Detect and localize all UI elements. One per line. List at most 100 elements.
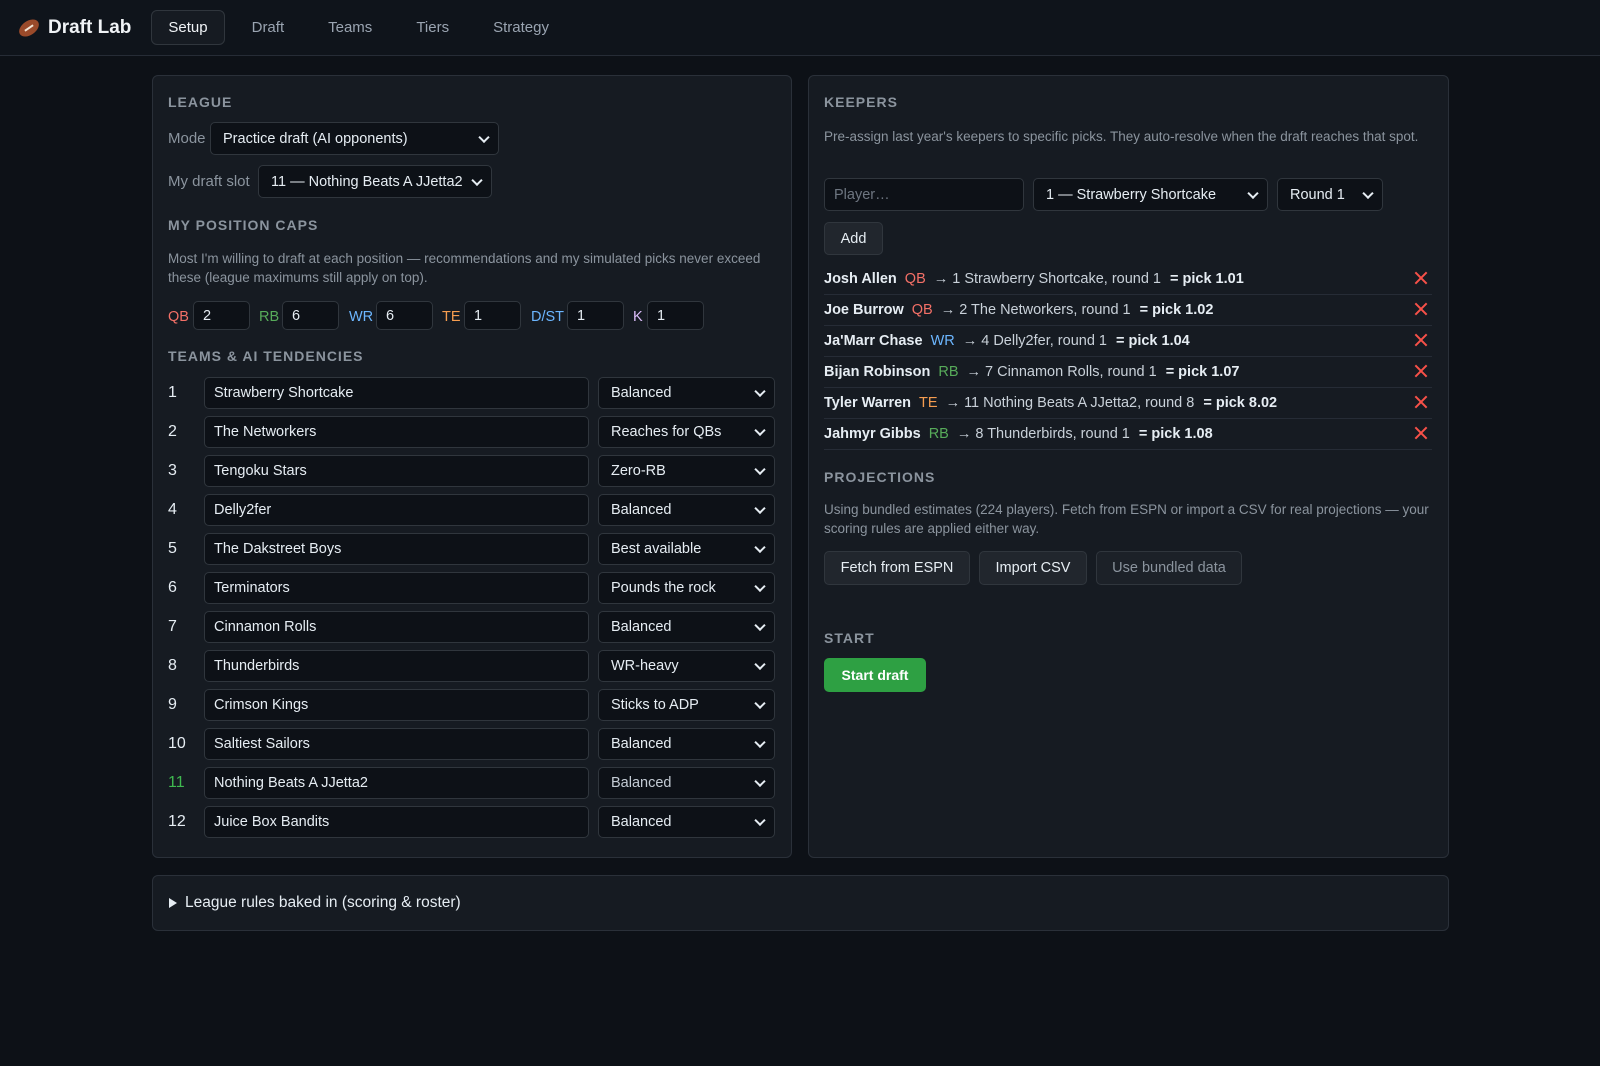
keeper-pos: QB — [904, 271, 926, 287]
remove-icon[interactable] — [1414, 395, 1428, 409]
tab-draft[interactable]: Draft — [235, 10, 302, 45]
remove-icon[interactable] — [1414, 271, 1428, 285]
keeper-team-select[interactable]: 1 — Strawberry Shortcake — [1033, 178, 1268, 211]
keeper-pick: = pick 1.01 — [1170, 271, 1244, 287]
keeper-pick: = pick 1.07 — [1165, 364, 1240, 380]
team-name-input[interactable]: The Networkers — [204, 416, 589, 448]
import-csv-button[interactable]: Import CSV — [979, 551, 1087, 585]
cap-label-dst: D/ST — [531, 309, 565, 325]
team-name-input[interactable]: Cinnamon Rolls — [204, 611, 589, 643]
team-number: 10 — [168, 735, 186, 752]
tendency-value: Balanced — [611, 775, 672, 791]
team-name-input[interactable]: Crimson Kings — [204, 689, 589, 721]
chevron-down-icon — [754, 463, 766, 476]
tab-tiers[interactable]: Tiers — [399, 10, 466, 45]
keeper-assignment: 2 The Networkers, round 1 — [959, 302, 1131, 318]
tendency-select[interactable]: Balanced — [598, 494, 775, 526]
keeper-assignment: 1 Strawberry Shortcake, round 1 — [952, 271, 1161, 287]
start-draft-button[interactable]: Start draft — [824, 658, 926, 692]
keeper-row: Josh Allen QB → 1 Strawberry Shortcake, … — [824, 264, 1432, 295]
team-number: 5 — [168, 540, 177, 557]
remove-icon[interactable] — [1414, 364, 1428, 378]
tab-strategy[interactable]: Strategy — [476, 10, 566, 45]
team-name-value: Tengoku Stars — [214, 463, 307, 479]
chevron-down-icon — [471, 174, 483, 186]
team-name-input[interactable]: Saltiest Sailors — [204, 728, 589, 760]
chevron-down-icon — [754, 658, 766, 671]
team-name-value: Strawberry Shortcake — [214, 385, 354, 401]
team-name-value: Thunderbirds — [214, 658, 300, 674]
tendency-select[interactable]: WR-heavy — [598, 650, 775, 682]
league-rules-toggle[interactable]: League rules baked in (scoring & roster) — [152, 875, 1449, 931]
team-number: 1 — [168, 384, 177, 401]
cap-label-k: K — [633, 309, 643, 325]
tendency-value: Balanced — [611, 385, 672, 401]
cap-input-te[interactable]: 1 — [464, 301, 521, 330]
keeper-round-value: Round 1 — [1290, 186, 1345, 203]
team-name-input[interactable]: Terminators — [204, 572, 589, 604]
team-name-value: Saltiest Sailors — [214, 736, 310, 752]
tendency-select[interactable]: Reaches for QBs — [598, 416, 775, 448]
keeper-player-placeholder: Player… — [834, 186, 890, 203]
cap-input-qb[interactable]: 2 — [193, 301, 250, 330]
team-name-value: Terminators — [214, 580, 290, 596]
keeper-name: Josh Allen — [824, 271, 897, 287]
keeper-assignment: 4 Delly2fer, round 1 — [981, 333, 1107, 349]
team-name-input[interactable]: Thunderbirds — [204, 650, 589, 682]
caps-description: Most I'm willing to draft at each positi… — [168, 251, 761, 285]
tendency-value: Balanced — [611, 619, 672, 635]
add-keeper-button[interactable]: Add — [824, 222, 883, 255]
mode-select-value: Practice draft (AI opponents) — [223, 130, 408, 147]
tendency-select[interactable]: Balanced — [598, 377, 775, 409]
cap-value-k: 1 — [657, 307, 666, 324]
tendency-select[interactable]: Zero-RB — [598, 455, 775, 487]
cap-input-wr[interactable]: 6 — [376, 301, 433, 330]
keeper-round-select[interactable]: Round 1 — [1277, 178, 1383, 211]
keeper-row: Joe Burrow QB → 2 The Networkers, round … — [824, 295, 1432, 326]
keeper-pick: = pick 1.04 — [1115, 333, 1190, 349]
cap-input-rb[interactable]: 6 — [282, 301, 339, 330]
team-name-input[interactable]: Delly2fer — [204, 494, 589, 526]
cap-value-rb: 6 — [292, 307, 301, 324]
remove-icon[interactable] — [1414, 302, 1428, 316]
team-name-input[interactable]: Juice Box Bandits — [204, 806, 589, 838]
arrow-right-icon: → — [966, 364, 982, 380]
tab-setup[interactable]: Setup — [151, 10, 225, 45]
tab-teams[interactable]: Teams — [311, 10, 389, 45]
keeper-name: Ja'Marr Chase — [824, 333, 923, 349]
chevron-down-icon — [754, 580, 766, 593]
fetch-espn-button[interactable]: Fetch from ESPN — [824, 551, 970, 585]
mode-select[interactable]: Practice draft (AI opponents) — [210, 122, 499, 155]
draft-slot-select[interactable]: 11 — Nothing Beats A JJetta2 — [258, 165, 492, 198]
team-name-input[interactable]: Tengoku Stars — [204, 455, 589, 487]
league-rules-summary: League rules baked in (scoring & roster) — [185, 894, 461, 911]
cap-label-te: TE — [442, 309, 461, 325]
cap-label-rb: RB — [259, 309, 280, 325]
tendency-select[interactable]: Balanced — [598, 728, 775, 760]
use-bundled-button[interactable]: Use bundled data — [1096, 551, 1242, 585]
team-name-input[interactable]: The Dakstreet Boys — [204, 533, 589, 565]
chevron-down-icon — [754, 736, 766, 749]
team-name-value: Delly2fer — [214, 502, 272, 518]
chevron-down-icon — [754, 697, 766, 710]
tendency-value: Reaches for QBs — [611, 424, 722, 440]
arrow-right-icon: → — [956, 426, 972, 442]
tendency-select[interactable]: Balanced — [598, 806, 775, 838]
tendency-select[interactable]: Sticks to ADP — [598, 689, 775, 721]
brand[interactable]: Draft Lab — [15, 15, 131, 40]
caps-section-title: MY POSITION CAPS — [168, 217, 319, 233]
tendency-select[interactable]: Best available — [598, 533, 775, 565]
remove-icon[interactable] — [1414, 426, 1428, 440]
team-number-mine: 11 — [168, 774, 185, 791]
keeper-player-input[interactable]: Player… — [824, 178, 1024, 211]
tendency-select[interactable]: Pounds the rock — [598, 572, 775, 604]
league-section-title: LEAGUE — [168, 94, 233, 110]
remove-icon[interactable] — [1414, 333, 1428, 347]
cap-input-dst[interactable]: 1 — [567, 301, 624, 330]
team-name-input[interactable]: Strawberry Shortcake — [204, 377, 589, 409]
tendency-select[interactable]: Balanced — [598, 611, 775, 643]
cap-input-k[interactable]: 1 — [647, 301, 704, 330]
keeper-team-value: 1 — Strawberry Shortcake — [1046, 186, 1217, 203]
team-name-input[interactable]: Nothing Beats A JJetta2 — [204, 767, 589, 799]
projections-section-title: PROJECTIONS — [824, 469, 936, 485]
